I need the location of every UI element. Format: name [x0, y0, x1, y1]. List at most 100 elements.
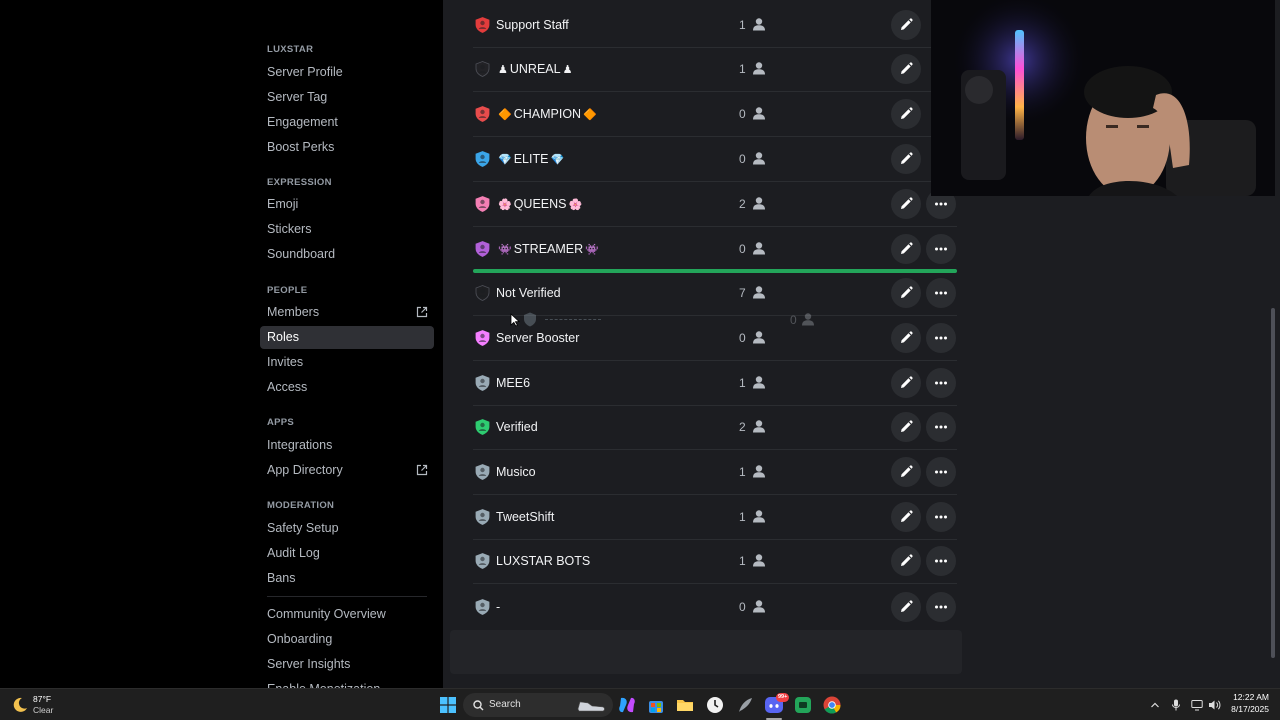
more-options-button[interactable]	[926, 591, 956, 622]
role-row[interactable]: TweetShift 1	[473, 495, 957, 540]
sidebar-item-members[interactable]: Members	[260, 301, 434, 324]
sidebar-item-soundboard[interactable]: Soundboard	[260, 243, 434, 266]
volume-icon[interactable]	[1208, 699, 1221, 711]
edit-role-button[interactable]	[891, 546, 921, 576]
moon-icon	[13, 697, 27, 712]
ghost-name-placeholder	[545, 319, 601, 320]
sidebar-item-safety-setup[interactable]: Safety Setup	[260, 517, 434, 540]
role-row[interactable]: ♟ UNREAL ♟ 1	[473, 47, 957, 92]
role-name: TweetShift	[496, 510, 554, 524]
role-member-count: 0	[739, 152, 746, 166]
feather-app-icon[interactable]	[735, 695, 755, 715]
edit-role-button[interactable]	[891, 99, 921, 129]
role-row[interactable]: Verified 2	[473, 405, 957, 450]
role-row[interactable]: 👾 STREAMER 👾 0	[473, 227, 957, 272]
role-row[interactable]: LUXSTAR BOTS 1	[473, 539, 957, 584]
role-name-text: UNREAL	[509, 62, 561, 76]
role-name-text: ELITE	[513, 152, 549, 166]
display-icon[interactable]	[1191, 699, 1203, 711]
edit-role-button[interactable]	[891, 457, 921, 487]
more-options-button[interactable]	[926, 412, 956, 442]
role-row[interactable]: Musico 1	[473, 450, 957, 495]
roles-list-footer	[450, 630, 962, 674]
green-chat-app-icon[interactable]	[793, 695, 813, 715]
sidebar-item-bans[interactable]: Bans	[260, 567, 434, 590]
sidebar-item-onboarding[interactable]: Onboarding	[260, 628, 434, 651]
sidebar-item-invites[interactable]: Invites	[260, 351, 434, 374]
ellipsis-icon	[935, 381, 947, 385]
clock-date[interactable]: 8/17/2025	[1231, 704, 1269, 714]
role-row[interactable]: Support Staff 1	[473, 3, 957, 48]
role-shield-icon	[475, 61, 490, 77]
sidebar-item-boost-perks[interactable]: Boost Perks	[260, 136, 434, 159]
sidebar-item-integrations[interactable]: Integrations	[260, 434, 434, 457]
role-row[interactable]: 🔶 CHAMPION 🔶 0	[473, 92, 957, 137]
edit-role-button[interactable]	[891, 189, 921, 219]
ellipsis-icon	[935, 605, 947, 608]
more-options-button[interactable]	[926, 234, 956, 264]
system-tray: 12:22 AM 8/17/2025	[1146, 689, 1280, 720]
sidebar-item-stickers[interactable]: Stickers	[260, 218, 434, 241]
sidebar-item-audit-log[interactable]: Audit Log	[260, 542, 434, 565]
role-member-count: 0	[739, 242, 746, 256]
sidebar-item-label: Bans	[267, 571, 296, 585]
clock-time[interactable]: 12:22 AM	[1233, 692, 1269, 702]
more-options-button[interactable]	[926, 546, 956, 576]
more-options-button[interactable]	[926, 278, 956, 308]
windows-start-icon[interactable]	[440, 697, 456, 713]
sidebar-item-roles[interactable]: Roles	[260, 326, 434, 349]
more-options-button[interactable]	[926, 502, 956, 532]
ellipsis-icon	[935, 470, 947, 474]
role-shield-icon	[475, 419, 490, 435]
sidebar-item-emoji[interactable]: Emoji	[260, 193, 434, 216]
external-link-icon	[416, 464, 428, 476]
sidebar-item-enable-monetization[interactable]: Enable Monetization	[260, 678, 434, 688]
role-name: -	[496, 600, 500, 614]
sidebar-item-engagement[interactable]: Engagement	[260, 111, 434, 134]
edit-role-button[interactable]	[891, 54, 921, 84]
clock-app-icon[interactable]	[705, 695, 725, 715]
file-explorer-icon[interactable]	[675, 695, 695, 715]
edit-role-button[interactable]	[891, 412, 921, 442]
copilot-icon[interactable]	[617, 695, 637, 715]
edit-role-button[interactable]	[891, 502, 921, 532]
role-row[interactable]: 🌸 QUEENS 🌸 2	[473, 182, 957, 227]
role-emoji: 🔶	[583, 109, 597, 121]
store-icon[interactable]	[646, 695, 666, 715]
ellipsis-icon	[935, 336, 947, 340]
chevron-up-icon[interactable]	[1150, 700, 1160, 710]
sidebar-item-app-directory[interactable]: App Directory	[260, 459, 434, 482]
more-options-button[interactable]	[926, 457, 956, 487]
role-member-count: 2	[739, 420, 746, 434]
pencil-icon	[901, 376, 913, 388]
more-options-button[interactable]	[926, 368, 956, 398]
role-member-count: 1	[739, 510, 746, 524]
ellipsis-icon	[935, 425, 947, 429]
sidebar-item-access[interactable]: Access	[260, 376, 434, 399]
scrollbar-thumb[interactable]	[1271, 308, 1275, 658]
role-row[interactable]: MEE6 1	[473, 361, 957, 406]
edit-role-button[interactable]	[891, 10, 921, 40]
edit-role-button[interactable]	[891, 144, 921, 174]
sidebar-item-server-insights[interactable]: Server Insights	[260, 653, 434, 676]
edit-role-button[interactable]	[891, 234, 921, 264]
role-name: 🌸 QUEENS 🌸	[496, 197, 584, 211]
person-icon	[753, 420, 765, 433]
sidebar-item-community-overview[interactable]: Community Overview	[260, 603, 434, 626]
edit-role-button[interactable]	[891, 278, 921, 308]
sidebar-section-header: APPS	[267, 417, 295, 428]
ellipsis-icon	[935, 515, 947, 519]
role-name: ♟ UNREAL ♟	[496, 62, 574, 76]
sidebar-item-server-profile[interactable]: Server Profile	[260, 61, 434, 84]
ellipsis-icon	[935, 247, 947, 251]
microphone-icon[interactable]	[1171, 699, 1181, 711]
weather-widget[interactable]: 87°F Clear	[10, 693, 70, 717]
chrome-icon[interactable]	[822, 695, 842, 715]
sidebar-item-label: Safety Setup	[267, 521, 339, 535]
edit-role-button[interactable]	[891, 368, 921, 398]
taskbar-search-box[interactable]: Search	[463, 693, 613, 717]
role-row[interactable]: 💎 ELITE 💎 0	[473, 137, 957, 182]
edit-role-button[interactable]	[891, 591, 921, 622]
role-row[interactable]: -0	[473, 584, 957, 629]
sidebar-item-server-tag[interactable]: Server Tag	[260, 86, 434, 109]
